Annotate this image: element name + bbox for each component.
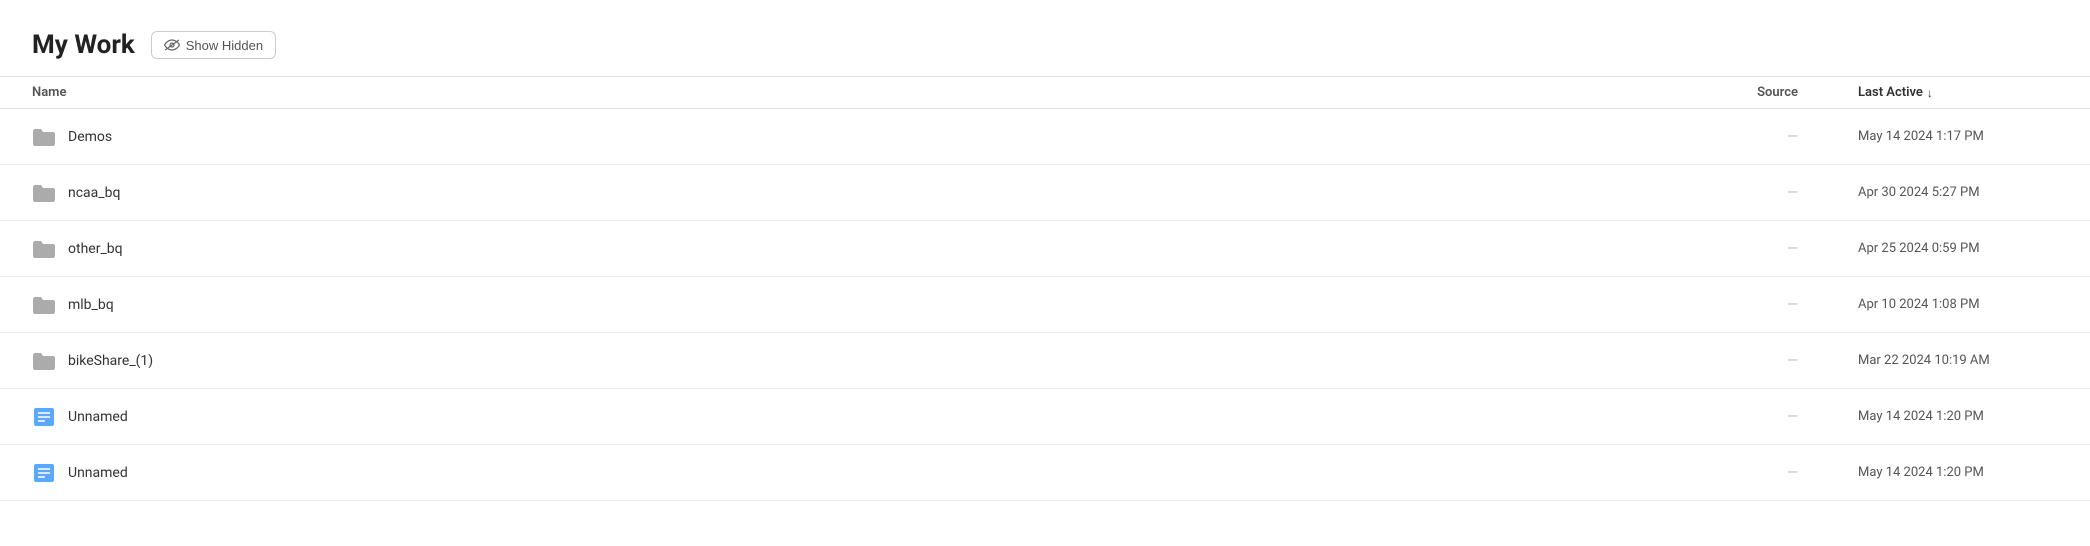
file-table: Name Source Last Active ↓ Demos — May 14… (0, 76, 2090, 501)
row-source-cell: — (1678, 297, 1798, 313)
folder-icon (32, 295, 56, 315)
show-hidden-button[interactable]: Show Hidden (151, 31, 276, 59)
row-last-active-cell: May 14 2024 1:20 PM (1858, 465, 2058, 480)
row-source-cell: — (1678, 241, 1798, 257)
notebook-icon (32, 463, 56, 483)
table-row[interactable]: mlb_bq — Apr 10 2024 1:08 PM (0, 277, 2090, 333)
source-dash: — (1787, 185, 1798, 201)
table-row[interactable]: Demos — May 14 2024 1:17 PM (0, 109, 2090, 165)
row-source-cell: — (1678, 185, 1798, 201)
source-dash: — (1787, 129, 1798, 145)
column-header-source: Source (1678, 85, 1798, 100)
row-name-cell: ncaa_bq (32, 183, 1678, 203)
source-dash: — (1787, 465, 1798, 481)
page-title: My Work (32, 30, 135, 60)
row-name-cell: mlb_bq (32, 295, 1678, 315)
row-name-label: other_bq (68, 241, 123, 257)
row-last-active-cell: Apr 25 2024 0:59 PM (1858, 241, 2058, 256)
row-name-cell: Unnamed (32, 407, 1678, 427)
row-last-active-cell: May 14 2024 1:20 PM (1858, 409, 2058, 424)
page-header: My Work Show Hidden (0, 0, 2090, 76)
row-source-cell: — (1678, 129, 1798, 145)
row-last-active-cell: Apr 30 2024 5:27 PM (1858, 185, 2058, 200)
table-row[interactable]: Unnamed — May 14 2024 1:20 PM (0, 389, 2090, 445)
folder-icon (32, 127, 56, 147)
row-name-label: Unnamed (68, 465, 128, 481)
row-last-active-cell: Apr 10 2024 1:08 PM (1858, 297, 2058, 312)
column-header-last-active[interactable]: Last Active ↓ (1858, 85, 2058, 100)
source-dash: — (1787, 353, 1798, 369)
row-name-label: Demos (68, 129, 112, 145)
row-name-label: bikeShare_(1) (68, 353, 153, 369)
table-body: Demos — May 14 2024 1:17 PM ncaa_bq — Ap… (0, 109, 2090, 501)
row-last-active-cell: Mar 22 2024 10:19 AM (1858, 353, 2058, 368)
sort-arrow-icon: ↓ (1927, 86, 1933, 100)
column-header-name: Name (32, 85, 1678, 100)
table-row[interactable]: ncaa_bq — Apr 30 2024 5:27 PM (0, 165, 2090, 221)
table-header: Name Source Last Active ↓ (0, 76, 2090, 109)
source-dash: — (1787, 241, 1798, 257)
row-name-cell: Unnamed (32, 463, 1678, 483)
table-row[interactable]: Unnamed — May 14 2024 1:20 PM (0, 445, 2090, 501)
row-last-active-cell: May 14 2024 1:17 PM (1858, 129, 2058, 144)
source-dash: — (1787, 409, 1798, 425)
row-name-cell: Demos (32, 127, 1678, 147)
show-hidden-label: Show Hidden (186, 38, 263, 53)
folder-icon (32, 183, 56, 203)
row-source-cell: — (1678, 409, 1798, 425)
table-row[interactable]: bikeShare_(1) — Mar 22 2024 10:19 AM (0, 333, 2090, 389)
folder-icon (32, 239, 56, 259)
row-source-cell: — (1678, 353, 1798, 369)
row-source-cell: — (1678, 465, 1798, 481)
row-name-label: Unnamed (68, 409, 128, 425)
folder-icon (32, 351, 56, 371)
eye-icon (164, 37, 180, 53)
row-name-label: ncaa_bq (68, 185, 120, 201)
notebook-icon (32, 407, 56, 427)
table-row[interactable]: other_bq — Apr 25 2024 0:59 PM (0, 221, 2090, 277)
page-container: My Work Show Hidden Name Source Last Act… (0, 0, 2090, 546)
row-name-cell: other_bq (32, 239, 1678, 259)
row-name-cell: bikeShare_(1) (32, 351, 1678, 371)
source-dash: — (1787, 297, 1798, 313)
row-name-label: mlb_bq (68, 297, 114, 313)
